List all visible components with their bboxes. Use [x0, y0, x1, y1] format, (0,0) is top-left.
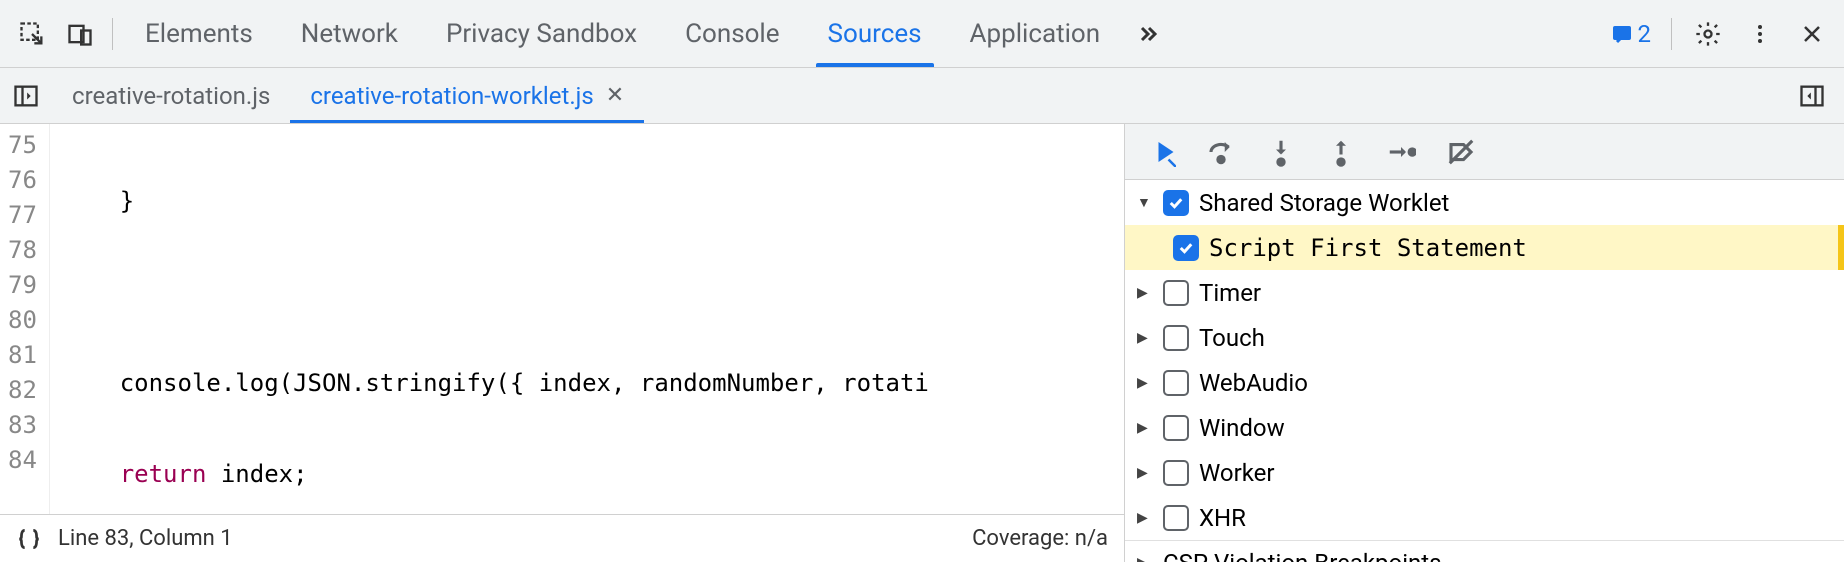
editor-status-bar: Line 83, Column 1 Coverage: n/a — [0, 514, 1124, 562]
separator — [112, 18, 113, 50]
file-tab-strip: creative-rotation.js creative-rotation-w… — [0, 68, 1844, 123]
panel-tabs: Elements Network Privacy Sandbox Console… — [121, 0, 1602, 67]
toolbar-right: 2 — [1602, 10, 1837, 58]
tab-console[interactable]: Console — [661, 0, 803, 67]
tab-elements[interactable]: Elements — [121, 0, 277, 67]
main-content: 75 76 77 78 79 80 81 82 83 84 } console.… — [0, 124, 1844, 562]
messages-badge[interactable]: 2 — [1602, 20, 1660, 48]
cursor-position: Line 83, Column 1 — [58, 526, 233, 551]
breakpoint-tree: ▼ Shared Storage Worklet Script First St… — [1125, 180, 1844, 562]
more-tabs-icon[interactable] — [1124, 10, 1172, 58]
breakpoint-section-csp[interactable]: ▶ CSP Violation Breakpoints — [1125, 540, 1844, 562]
deactivate-breakpoints-icon[interactable] — [1441, 132, 1481, 172]
checkbox-checked[interactable] — [1163, 190, 1189, 216]
checkbox-unchecked[interactable] — [1163, 370, 1189, 396]
checkbox-unchecked[interactable] — [1163, 280, 1189, 306]
navigator-toggle-icon[interactable] — [0, 82, 52, 110]
line-gutter: 75 76 77 78 79 80 81 82 83 84 — [0, 124, 50, 514]
device-toolbar-icon[interactable] — [56, 10, 104, 58]
file-tab-label: creative-rotation-worklet.js — [310, 82, 593, 110]
collapse-icon: ▶ — [1137, 510, 1153, 526]
debugger-pane: ▼ Shared Storage Worklet Script First St… — [1124, 124, 1844, 562]
breakpoint-label: Script First Statement — [1209, 234, 1527, 262]
breakpoint-category-touch[interactable]: ▶ Touch — [1125, 315, 1844, 360]
more-icon[interactable] — [1736, 10, 1784, 58]
breakpoint-category-shared-storage[interactable]: ▼ Shared Storage Worklet — [1125, 180, 1844, 225]
checkbox-unchecked[interactable] — [1163, 505, 1189, 531]
pretty-print-icon[interactable] — [16, 526, 42, 552]
tab-network[interactable]: Network — [277, 0, 422, 67]
coverage-status: Coverage: n/a — [972, 526, 1108, 551]
editor-pane: 75 76 77 78 79 80 81 82 83 84 } console.… — [0, 124, 1124, 562]
tab-application[interactable]: Application — [946, 0, 1125, 67]
close-icon[interactable] — [1788, 10, 1836, 58]
checkbox-checked[interactable] — [1173, 235, 1199, 261]
checkbox-unchecked[interactable] — [1163, 325, 1189, 351]
breakpoint-label: Shared Storage Worklet — [1199, 189, 1449, 217]
settings-icon[interactable] — [1684, 10, 1732, 58]
step-out-icon[interactable] — [1321, 132, 1361, 172]
code-editor[interactable]: 75 76 77 78 79 80 81 82 83 84 } console.… — [0, 124, 1124, 514]
collapse-icon: ▶ — [1137, 375, 1153, 391]
collapse-icon: ▶ — [1137, 330, 1153, 346]
collapse-icon: ▶ — [1137, 465, 1153, 481]
breakpoint-label: Timer — [1199, 279, 1261, 307]
sources-subbar: creative-rotation.js creative-rotation-w… — [0, 68, 1844, 124]
expand-icon: ▼ — [1137, 194, 1153, 211]
separator — [1671, 18, 1672, 50]
step-over-icon[interactable] — [1201, 132, 1241, 172]
breakpoint-category-webaudio[interactable]: ▶ WebAudio — [1125, 360, 1844, 405]
collapse-icon: ▶ — [1137, 285, 1153, 301]
close-tab-icon[interactable]: ✕ — [606, 83, 624, 108]
inspect-element-icon[interactable] — [8, 10, 56, 58]
devtools-toolbar: Elements Network Privacy Sandbox Console… — [0, 0, 1844, 68]
file-tab-creative-rotation-worklet[interactable]: creative-rotation-worklet.js ✕ — [290, 68, 644, 123]
debugger-pane-toggle-icon[interactable] — [1792, 82, 1832, 110]
breakpoint-label: Touch — [1199, 324, 1265, 352]
breakpoint-category-worker[interactable]: ▶ Worker — [1125, 450, 1844, 495]
tab-sources[interactable]: Sources — [804, 0, 946, 67]
breakpoint-category-timer[interactable]: ▶ Timer — [1125, 270, 1844, 315]
breakpoint-label: XHR — [1199, 504, 1246, 532]
breakpoint-category-xhr[interactable]: ▶ XHR — [1125, 495, 1844, 540]
resume-icon[interactable] — [1141, 132, 1181, 172]
breakpoint-label: WebAudio — [1199, 369, 1308, 397]
messages-count: 2 — [1638, 20, 1652, 48]
tab-privacy-sandbox[interactable]: Privacy Sandbox — [422, 0, 661, 67]
collapse-icon: ▶ — [1137, 420, 1153, 436]
collapse-icon: ▶ — [1137, 555, 1153, 562]
breakpoint-section-label: CSP Violation Breakpoints — [1163, 549, 1442, 562]
debugger-toolbar — [1125, 124, 1844, 180]
checkbox-unchecked[interactable] — [1163, 460, 1189, 486]
breakpoint-category-window[interactable]: ▶ Window — [1125, 405, 1844, 450]
code-content: } console.log(JSON.stringify({ index, ra… — [50, 124, 1124, 514]
file-tab-creative-rotation[interactable]: creative-rotation.js — [52, 68, 290, 123]
file-tab-label: creative-rotation.js — [72, 82, 270, 110]
step-icon[interactable] — [1381, 132, 1421, 172]
step-into-icon[interactable] — [1261, 132, 1301, 172]
breakpoint-label: Window — [1199, 414, 1285, 442]
breakpoint-script-first-statement[interactable]: Script First Statement — [1125, 225, 1844, 270]
checkbox-unchecked[interactable] — [1163, 415, 1189, 441]
breakpoint-label: Worker — [1199, 459, 1275, 487]
